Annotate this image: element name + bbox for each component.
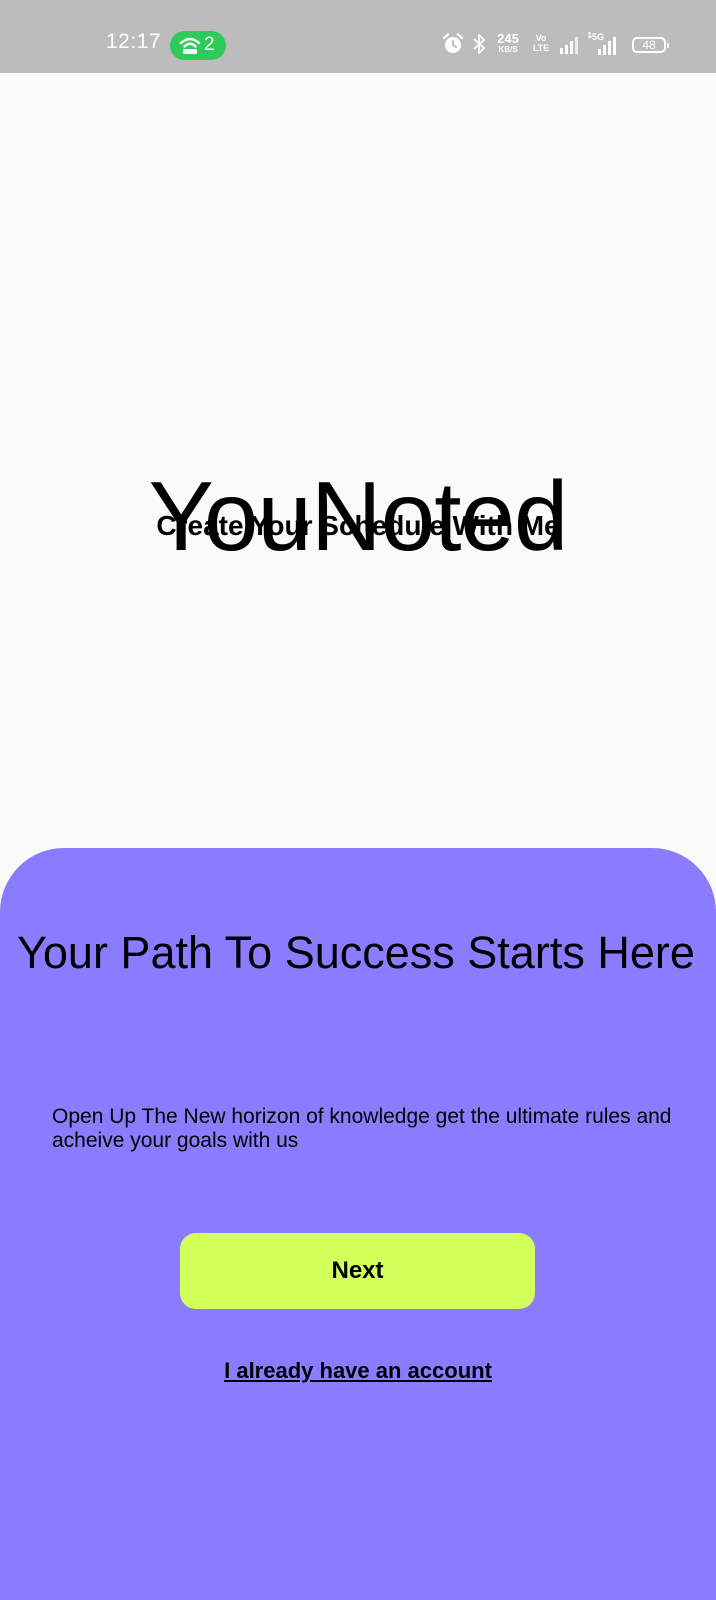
network-speed-unit: KB/S	[498, 45, 518, 54]
bluetooth-icon	[473, 34, 485, 54]
onboarding-headline: Your Path To Success Starts Here	[17, 927, 695, 978]
signal-5g-indicator: 5G	[586, 32, 626, 56]
network-speed-value: 245	[497, 31, 519, 46]
hotspot-icon	[179, 37, 201, 54]
existing-account-link[interactable]: I already have an account	[0, 1358, 716, 1384]
onboarding-sheet: Your Path To Success Starts Here Open Up…	[0, 848, 716, 1600]
volte-bottom-label: LTE	[532, 43, 550, 53]
hotspot-indicator[interactable]: 2	[170, 31, 226, 60]
battery-level: 48	[642, 38, 656, 52]
app-tagline: Create Your Schedule With Me	[156, 510, 560, 541]
network-speed: 245 KB/S	[494, 32, 522, 54]
volte-top-label: Vo	[535, 33, 547, 43]
signal-icon	[560, 37, 578, 54]
battery-icon: 48	[632, 37, 669, 53]
status-bar: 12:17 2 245 KB/S Vo LTE 5G 48	[0, 0, 716, 73]
hotspot-device-count: 2	[204, 34, 215, 55]
onboarding-description: Open Up The New horizon of knowledge get…	[52, 1105, 672, 1152]
signal-5g-icon	[587, 32, 616, 55]
alarm-icon	[442, 33, 464, 53]
next-button[interactable]: Next	[180, 1233, 535, 1309]
status-icons: 245 KB/S Vo LTE 5G 48	[442, 32, 672, 59]
clock-time: 12:17	[106, 30, 162, 53]
volte-indicator: Vo LTE	[530, 33, 552, 53]
